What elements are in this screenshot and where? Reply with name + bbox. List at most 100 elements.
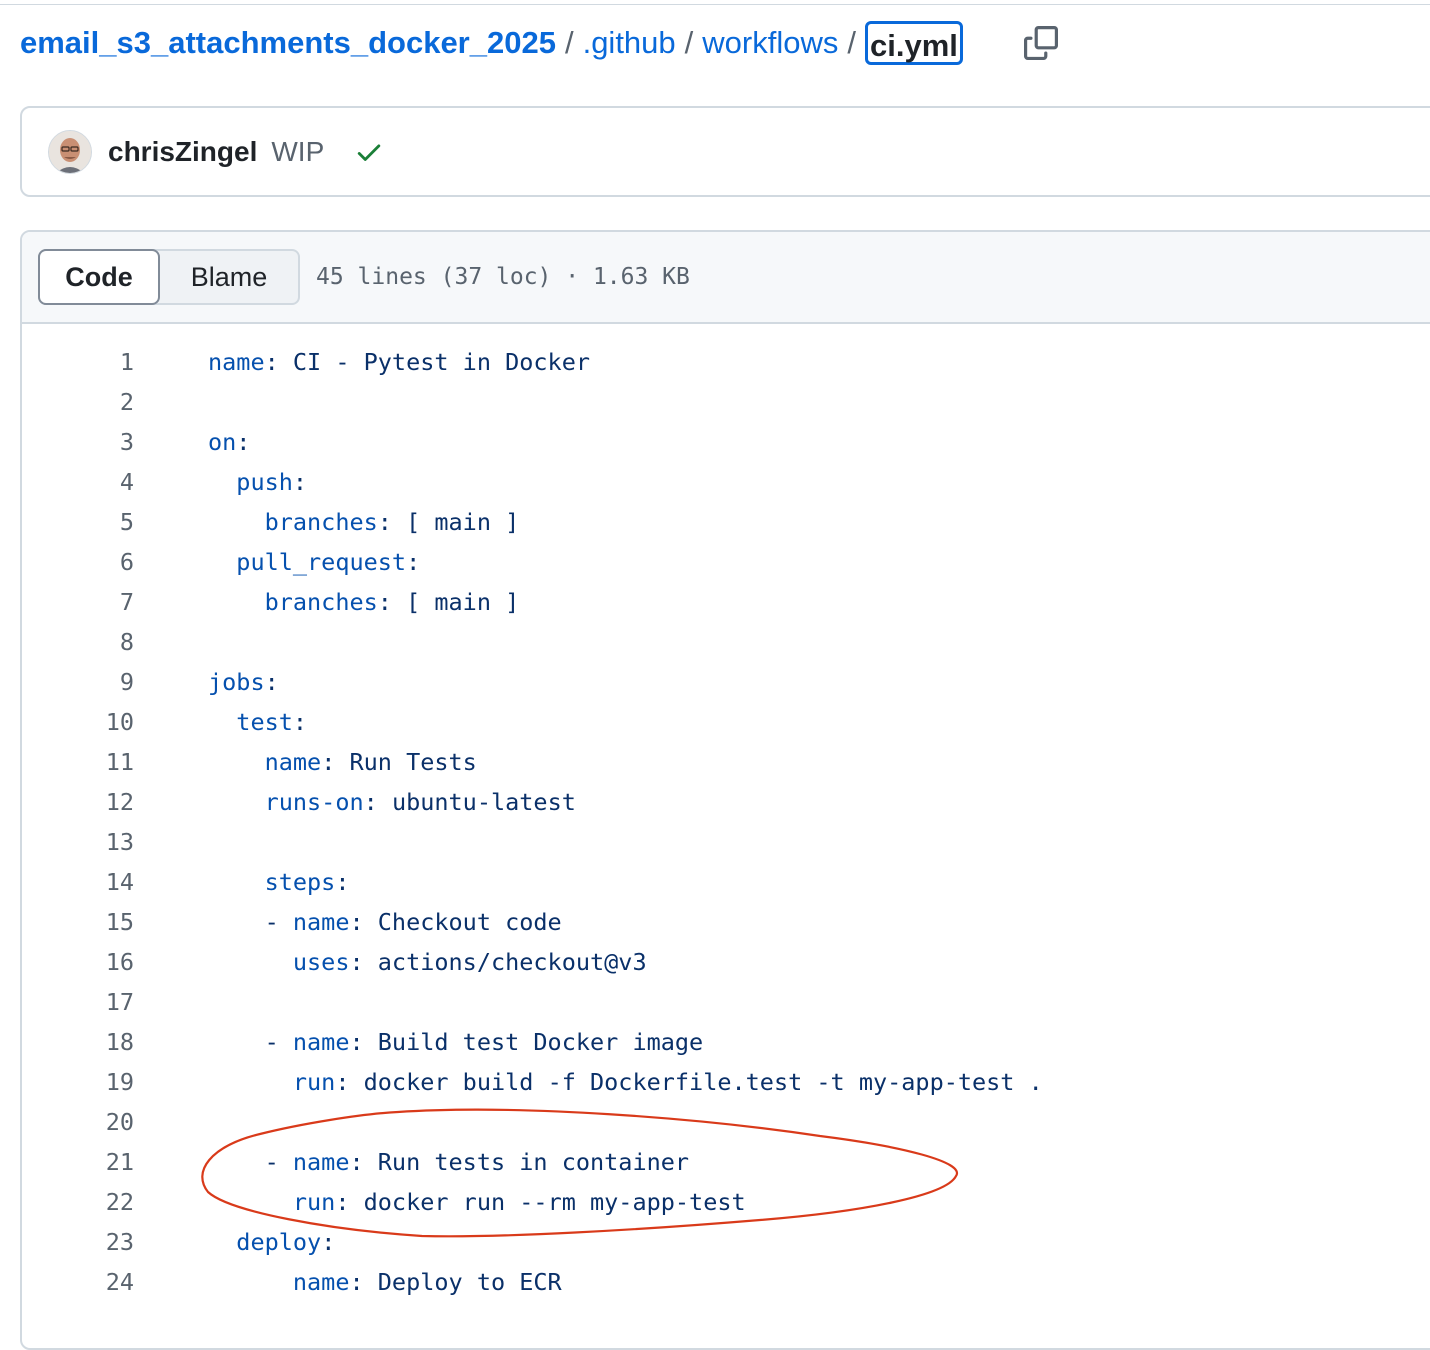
- yaml-colon: :: [349, 1028, 378, 1056]
- line-content: run: docker run --rm my-app-test: [208, 1188, 746, 1216]
- yaml-colon: :: [406, 548, 421, 576]
- yaml-colon: :: [335, 1188, 364, 1216]
- line-number[interactable]: 18: [22, 1028, 134, 1056]
- line-number[interactable]: 11: [22, 748, 134, 776]
- line-content: pull_request:: [208, 548, 420, 576]
- breadcrumb-folder-github-link[interactable]: .github: [583, 25, 676, 61]
- yaml-key: uses: [292, 948, 350, 976]
- yaml-colon: :: [335, 1068, 364, 1096]
- line-number[interactable]: 12: [22, 788, 134, 816]
- code-line: 2: [22, 382, 1430, 422]
- yaml-colon: :: [321, 748, 350, 776]
- yaml-key: on: [208, 428, 237, 456]
- yaml-key: name: [292, 1268, 350, 1296]
- yaml-colon: :: [363, 788, 392, 816]
- code-line: 4 push:: [22, 462, 1430, 502]
- tab-code[interactable]: Code: [38, 249, 160, 305]
- line-content: name: Run Tests: [208, 748, 477, 776]
- yaml-value: Run tests in container: [377, 1148, 690, 1176]
- line-number[interactable]: 24: [22, 1268, 134, 1296]
- code-line: 19 run: docker build -f Dockerfile.test …: [22, 1062, 1430, 1102]
- line-number[interactable]: 17: [22, 988, 134, 1016]
- line-content: name: CI - Pytest in Docker: [208, 348, 590, 376]
- breadcrumb-current-file: ci.yml: [865, 21, 963, 65]
- line-content: push:: [208, 468, 307, 496]
- avatar[interactable]: [48, 129, 92, 174]
- line-number[interactable]: 22: [22, 1188, 134, 1216]
- line-number[interactable]: 4: [22, 468, 134, 496]
- yaml-value: Checkout code: [377, 908, 562, 936]
- line-number[interactable]: 6: [22, 548, 134, 576]
- line-number[interactable]: 13: [22, 828, 134, 856]
- yaml-key: test: [236, 708, 293, 736]
- line-content: runs-on: ubuntu-latest: [208, 788, 576, 816]
- line-number[interactable]: 1: [22, 348, 134, 376]
- line-number[interactable]: 3: [22, 428, 134, 456]
- line-number[interactable]: 8: [22, 628, 134, 656]
- line-number[interactable]: 5: [22, 508, 134, 536]
- yaml-key: branches: [264, 508, 378, 536]
- yaml-key: name: [264, 748, 322, 776]
- code-line: 22 run: docker run --rm my-app-test: [22, 1182, 1430, 1222]
- file-viewer: Code Blame 45 lines (37 loc) · 1.63 KB 1…: [20, 230, 1430, 1350]
- code-line: 8: [22, 622, 1430, 662]
- yaml-colon: :: [349, 1268, 378, 1296]
- line-number[interactable]: 19: [22, 1068, 134, 1096]
- line-number[interactable]: 15: [22, 908, 134, 936]
- breadcrumb-repo-link[interactable]: email_s3_attachments_docker_2025: [20, 25, 556, 61]
- check-icon[interactable]: [354, 137, 384, 167]
- code-line: 11 name: Run Tests: [22, 742, 1430, 782]
- line-number[interactable]: 9: [22, 668, 134, 696]
- code-line: 16 uses: actions/checkout@v3: [22, 942, 1430, 982]
- yaml-value: Deploy to ECR: [377, 1268, 562, 1296]
- code-line: 10 test:: [22, 702, 1430, 742]
- latest-commit-box: chrisZingel WIP: [20, 106, 1430, 197]
- line-number[interactable]: 7: [22, 588, 134, 616]
- yaml-key: push: [236, 468, 293, 496]
- code-line: 20: [22, 1102, 1430, 1142]
- list-dash: -: [264, 908, 293, 936]
- yaml-key: name: [292, 908, 350, 936]
- yaml-key: name: [292, 1028, 350, 1056]
- yaml-key: run: [292, 1068, 336, 1096]
- code-line: 7 branches: [ main ]: [22, 582, 1430, 622]
- yaml-value: docker run --rm my-app-test: [363, 1188, 746, 1216]
- breadcrumb-separator: /: [847, 25, 856, 60]
- code-line: 15 - name: Checkout code: [22, 902, 1430, 942]
- code-line: 21 - name: Run tests in container: [22, 1142, 1430, 1182]
- yaml-colon: :: [264, 348, 293, 376]
- line-number[interactable]: 16: [22, 948, 134, 976]
- commit-message[interactable]: WIP: [271, 136, 324, 168]
- code-area[interactable]: 1 name: CI - Pytest in Docker 2 3 on: 4 push:…: [22, 324, 1430, 1302]
- line-number[interactable]: 23: [22, 1228, 134, 1256]
- yaml-colon: :: [377, 588, 407, 616]
- code-line: 14 steps:: [22, 862, 1430, 902]
- copy-path-button[interactable]: [1018, 22, 1064, 64]
- line-content: name: Deploy to ECR: [208, 1268, 562, 1296]
- line-number[interactable]: 2: [22, 388, 134, 416]
- yaml-colon: :: [321, 1228, 336, 1256]
- yaml-key: name: [208, 348, 265, 376]
- code-line: 18 - name: Build test Docker image: [22, 1022, 1430, 1062]
- line-content: deploy:: [208, 1228, 335, 1256]
- line-content: uses: actions/checkout@v3: [208, 948, 647, 976]
- file-meta: 45 lines (37 loc) · 1.63 KB: [316, 264, 690, 290]
- line-number[interactable]: 14: [22, 868, 134, 896]
- yaml-value: Build test Docker image: [377, 1028, 704, 1056]
- breadcrumb: email_s3_attachments_docker_2025 / .gith…: [20, 18, 963, 68]
- line-number[interactable]: 20: [22, 1108, 134, 1136]
- breadcrumb-separator: /: [564, 25, 574, 60]
- code-line: 23 deploy:: [22, 1222, 1430, 1262]
- commit-author[interactable]: chrisZingel: [108, 136, 257, 168]
- yaml-colon: :: [292, 468, 308, 496]
- tab-blame[interactable]: Blame: [160, 251, 298, 303]
- file-header: Code Blame 45 lines (37 loc) · 1.63 KB: [22, 232, 1430, 324]
- line-number[interactable]: 21: [22, 1148, 134, 1176]
- line-number[interactable]: 10: [22, 708, 134, 736]
- breadcrumb-folder-workflows-link[interactable]: workflows: [702, 25, 838, 61]
- yaml-colon: :: [349, 908, 378, 936]
